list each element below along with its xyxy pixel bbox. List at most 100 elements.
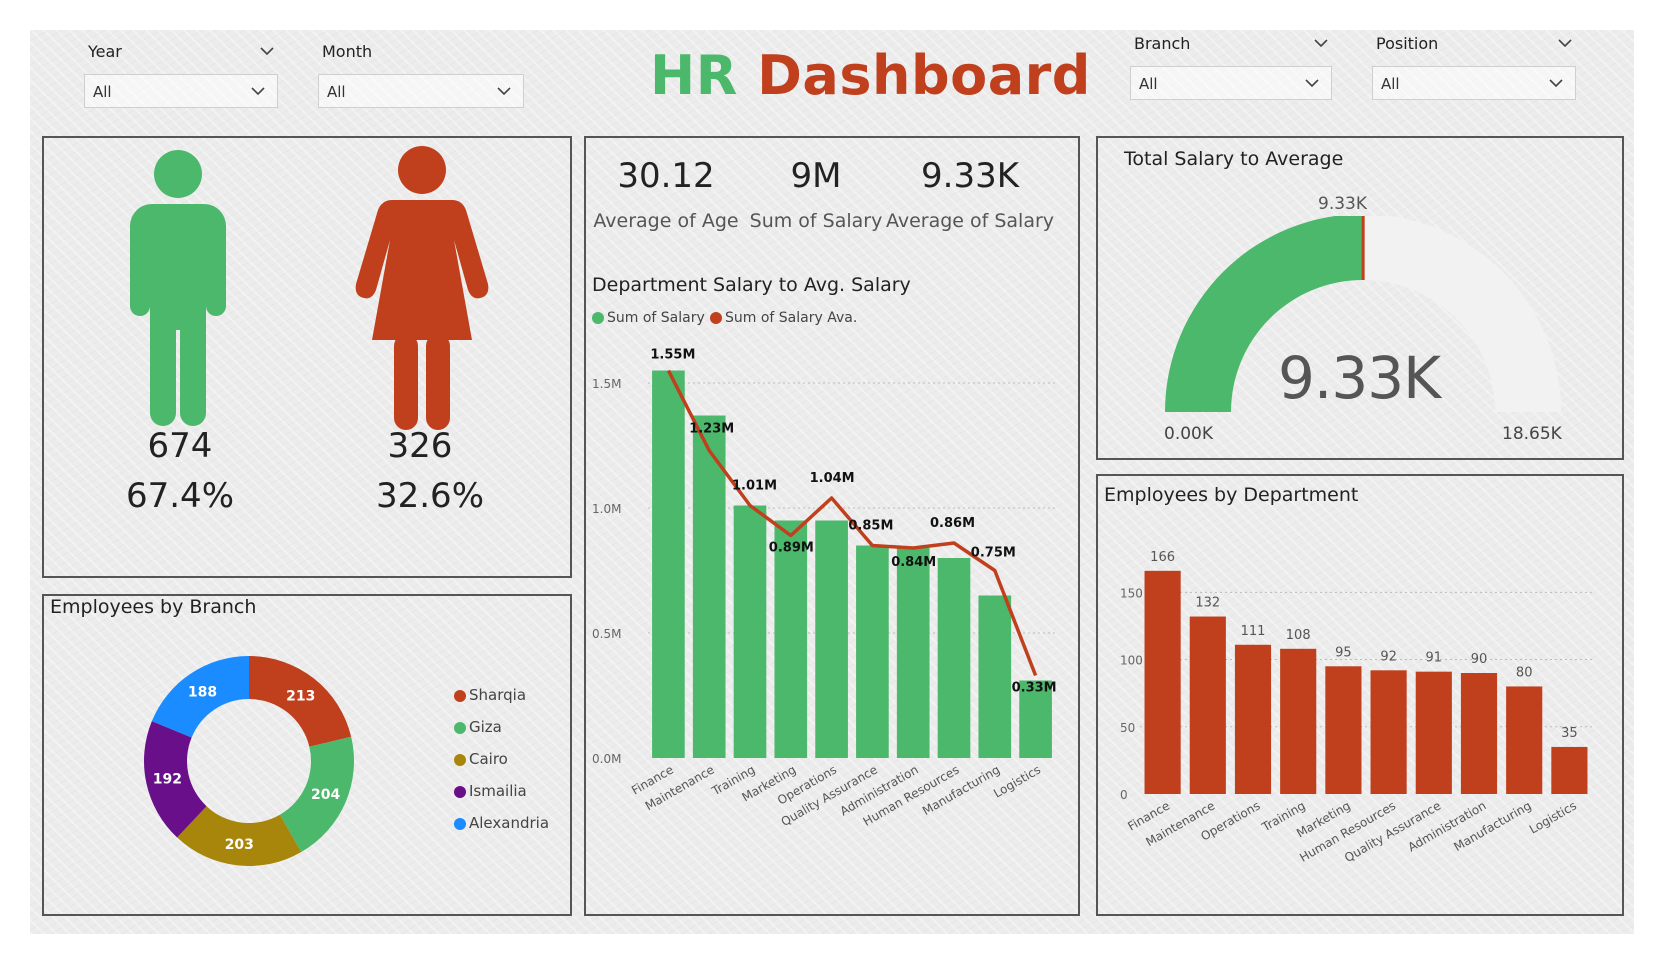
legend-item-sum-of-salary[interactable]: Sum of Salary (592, 310, 705, 326)
legend-label: Sharqia (469, 686, 527, 704)
chevron-down-icon[interactable] (1312, 36, 1330, 50)
position-dropdown[interactable]: All (1372, 66, 1576, 100)
legend-item-ismailia[interactable]: Ismailia (454, 782, 527, 800)
data-label: 1.55M (650, 348, 695, 363)
y-tick-label: 0.5M (592, 627, 621, 641)
month-slicer[interactable]: Month All (318, 42, 524, 112)
bar-quality-assurance[interactable] (856, 545, 889, 759)
salary-panel[interactable]: 30.12 Average of Age 9M Sum of Salary 9.33K A… (584, 136, 1080, 916)
y-tick-label: 0.0M (592, 752, 621, 766)
legend-dot-icon (454, 689, 466, 702)
legend-item-sharqia[interactable]: Sharqia (454, 686, 526, 704)
data-label: 1.01M (732, 479, 777, 494)
bar-manufacturing[interactable] (1506, 686, 1543, 794)
bar-quality-assurance[interactable] (1415, 671, 1452, 794)
chevron-down-icon[interactable] (249, 84, 267, 98)
chevron-down-icon[interactable] (1547, 76, 1565, 90)
bar-administration[interactable] (896, 548, 930, 758)
bar-training[interactable] (1280, 648, 1317, 794)
data-label: 0.84M (891, 555, 936, 570)
chevron-down-icon[interactable] (1303, 76, 1321, 90)
legend-dot-icon (454, 753, 466, 766)
bar-operations[interactable] (815, 520, 848, 759)
branch-slicer-label: Branch (1134, 34, 1191, 53)
branch-panel[interactable]: Employees by Branch 213 204 203 192 188 Shar… (42, 594, 572, 916)
year-slicer-label: Year (88, 42, 122, 61)
dept-employees-title: Employees by Department (1104, 484, 1359, 506)
branch-dropdown-value: All (1139, 75, 1158, 93)
y-tick-label: 100 (1120, 654, 1143, 668)
year-slicer[interactable]: Year All (84, 42, 278, 112)
dept-salary-title: Department Salary to Avg. Salary (592, 274, 911, 296)
slice-value-label: 203 (225, 837, 254, 853)
legend-item-cairo[interactable]: Cairo (454, 750, 508, 768)
male-percent: 67.4% (125, 476, 234, 516)
month-dropdown-value: All (327, 83, 346, 101)
bar-manufacturing[interactable] (978, 595, 1012, 759)
bar-human-resources[interactable] (1370, 670, 1407, 794)
data-label: 95 (1335, 645, 1352, 660)
gauge-value-label: 9.33K (1278, 344, 1441, 412)
female-percent: 32.6% (375, 476, 484, 516)
gauge-panel[interactable]: Total Salary to Average 9.33K 9.33K 0.00… (1096, 136, 1624, 460)
male-person-icon (130, 150, 226, 426)
kpi-value-sum-of-salary: 9M (790, 156, 842, 196)
data-label: 90 (1471, 652, 1488, 667)
gauge-max-label: 18.65K (1502, 424, 1562, 444)
bar-marketing[interactable] (774, 520, 808, 759)
dept-employees-panel[interactable]: Employees by Department 0 50 100 150 166 Fina… (1096, 474, 1624, 916)
bar-human-resources[interactable] (937, 558, 971, 758)
title-dashboard-word: Dashboard (757, 44, 1091, 107)
bar-administration[interactable] (1460, 673, 1498, 794)
legend-dot-icon (454, 721, 466, 734)
branch-slicer[interactable]: Branch All (1130, 34, 1332, 104)
slice-value-label: 204 (311, 787, 340, 803)
position-slicer-label: Position (1376, 34, 1439, 53)
year-dropdown[interactable]: All (84, 74, 278, 108)
bar-maintenance[interactable] (1189, 616, 1226, 794)
legend-dot-icon (710, 312, 722, 324)
data-label: 91 (1426, 651, 1443, 666)
data-label: 108 (1286, 628, 1311, 643)
chevron-down-icon[interactable] (495, 84, 513, 98)
data-label: 35 (1561, 726, 1578, 741)
x-tick-label: Manufacturing (1451, 798, 1533, 854)
legend-label: Ismailia (469, 782, 527, 800)
legend-item-alexandria[interactable]: Alexandria (454, 814, 549, 832)
legend-label: Alexandria (469, 814, 550, 832)
branch-dropdown[interactable]: All (1130, 66, 1332, 100)
legend-dot-icon (454, 785, 466, 798)
month-dropdown[interactable]: All (318, 74, 524, 108)
legend-item-giza[interactable]: Giza (454, 718, 502, 736)
kpi-label-average-of-salary: Average of Salary (885, 210, 1055, 232)
dept-salary-chart[interactable]: 0.0M0.5M1.0M1.5MFinanceMaintenanceTraini… (586, 334, 1078, 914)
y-tick-label: 1.5M (592, 377, 621, 391)
position-slicer[interactable]: Position All (1372, 34, 1576, 104)
slice-value-label: 192 (153, 772, 182, 788)
bar-logistics[interactable] (1551, 746, 1588, 794)
data-label: 132 (1195, 596, 1220, 611)
year-dropdown-value: All (93, 83, 112, 101)
x-tick-label: Administration (1405, 798, 1488, 854)
legend-label: Sum of Salary Ava. (725, 310, 858, 326)
y-tick-label: 1.0M (592, 502, 621, 516)
bar-training[interactable] (733, 505, 767, 759)
bar-marketing[interactable] (1325, 666, 1362, 794)
slice-value-label: 188 (188, 685, 217, 701)
gender-panel[interactable]: 674 67.4% 326 32.6% (42, 136, 572, 578)
bar-finance[interactable] (652, 370, 685, 759)
dept-employees-chart[interactable]: 050100150166Finance132Maintenance111Oper… (1098, 512, 1622, 912)
branch-donut-chart[interactable]: 213 204 203 192 188 (144, 656, 354, 866)
bar-finance[interactable] (1144, 570, 1181, 794)
gauge-target-label: 9.33K (1318, 194, 1367, 214)
y-tick-label: 150 (1120, 586, 1143, 600)
legend-item-sum-of-salary-ava[interactable]: Sum of Salary Ava. (710, 310, 857, 326)
male-count: 674 (147, 426, 213, 466)
chevron-down-icon[interactable] (1556, 36, 1574, 50)
chevron-down-icon[interactable] (258, 44, 276, 58)
y-tick-label: 50 (1120, 721, 1135, 735)
legend-dot-icon (592, 312, 604, 324)
x-tick-label: Logistics (991, 762, 1043, 800)
bar-operations[interactable] (1234, 644, 1272, 794)
data-label: 0.75M (971, 546, 1016, 561)
